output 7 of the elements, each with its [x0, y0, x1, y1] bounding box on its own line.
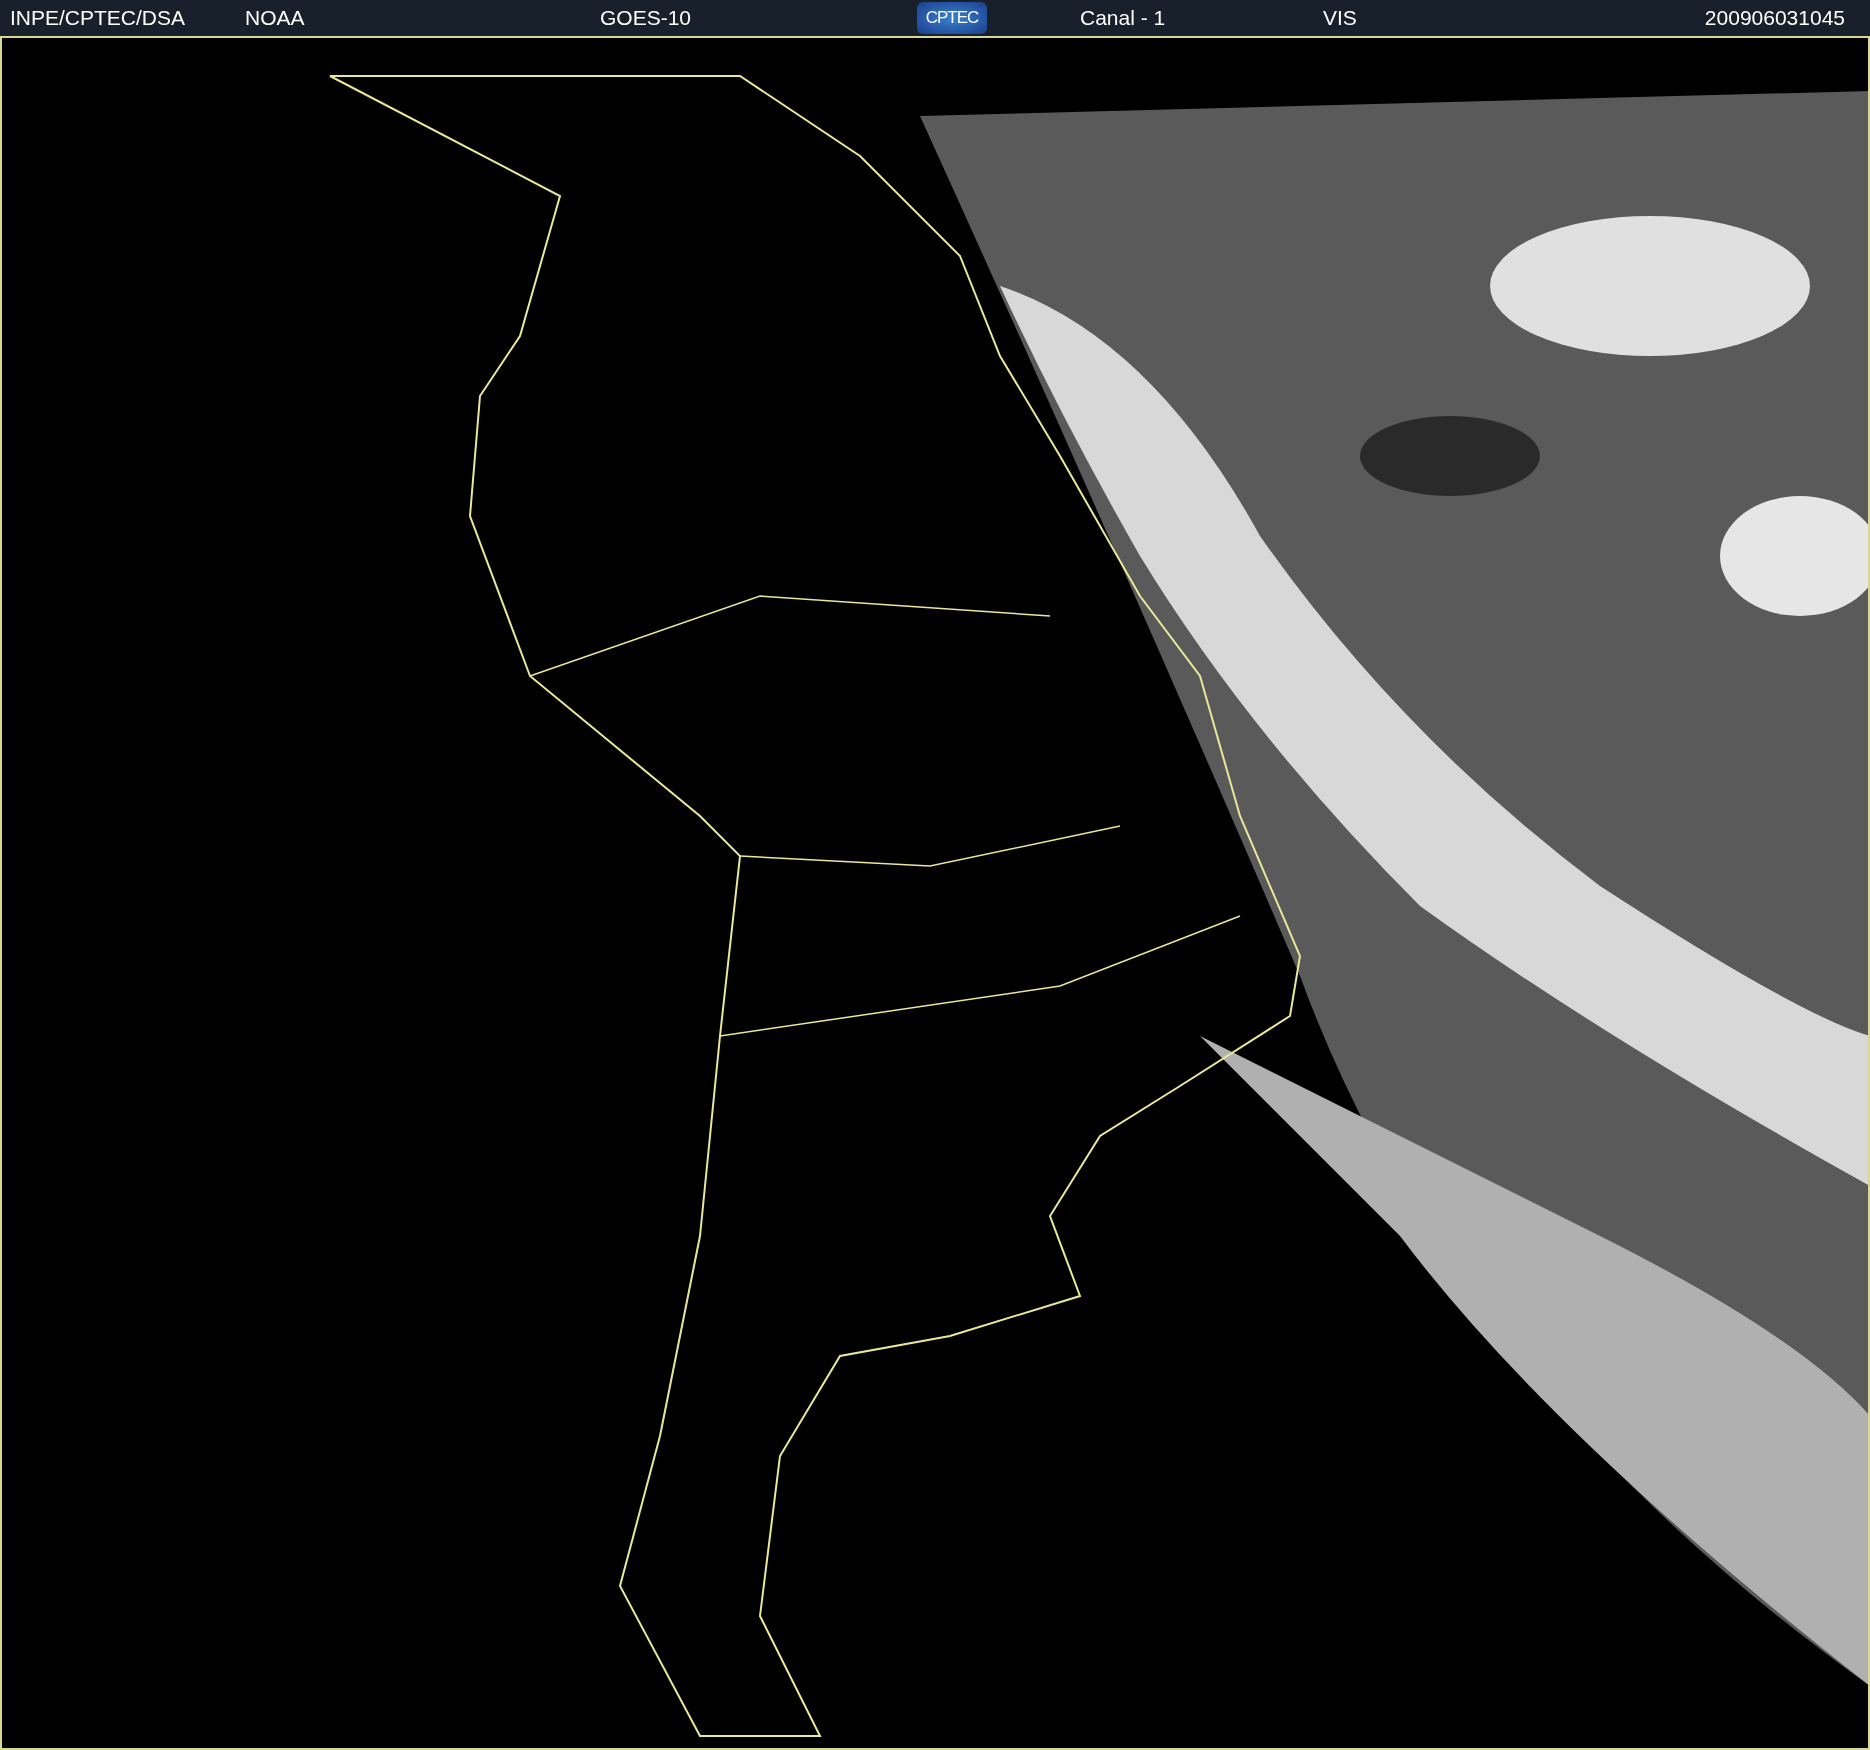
agency-label: NOAA [245, 6, 306, 30]
source-label: INPE/CPTEC/DSA [10, 6, 187, 30]
satellite-label: GOES-10 [600, 6, 693, 30]
band-label: VIS [1323, 6, 1358, 30]
timestamp-label: 200906031045 [1704, 6, 1845, 30]
logo: CPTEC [917, 2, 987, 34]
channel-label: Canal - 1 [1080, 6, 1167, 30]
